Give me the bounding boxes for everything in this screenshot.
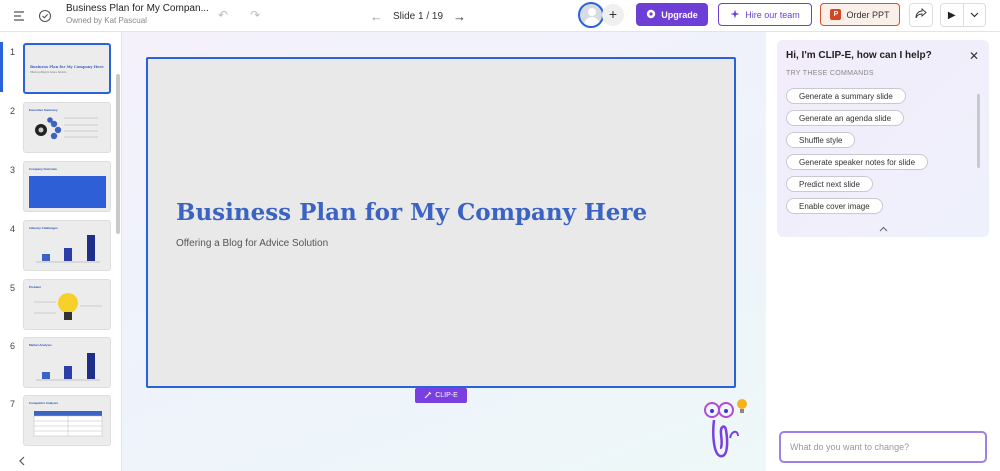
gear-badge-icon	[646, 9, 656, 21]
close-icon[interactable]: ✕	[969, 49, 979, 63]
collapse-sidebar-icon[interactable]	[18, 456, 26, 469]
thumbnail-number: 1	[10, 47, 16, 57]
play-icon[interactable]: ▶	[941, 4, 963, 26]
avatar[interactable]	[578, 2, 604, 28]
history-check-icon[interactable]	[37, 8, 53, 24]
thumbnail-slide-6[interactable]: Market Analysis	[23, 337, 111, 388]
present-controls: ▶	[940, 3, 986, 27]
assistant-scrollbar[interactable]	[977, 94, 980, 168]
redo-icon[interactable]: ↷	[250, 8, 260, 22]
thumbnail-table	[33, 411, 103, 437]
thumbnail-slide-2[interactable]: Executive Summary	[23, 102, 111, 153]
next-slide-icon[interactable]: →	[453, 9, 466, 24]
thumbnail-diagram	[35, 117, 98, 140]
document-title[interactable]: Business Plan for My Compan...	[66, 3, 209, 14]
hire-team-button[interactable]: Hire our team	[718, 3, 812, 26]
thumbnail-subtitle: Offering a Blog for Advice Solution	[30, 71, 67, 74]
upgrade-button[interactable]: Upgrade	[636, 3, 708, 26]
command-chip-shuffle[interactable]: Shuffle style	[786, 132, 856, 148]
chevron-down-icon[interactable]	[962, 4, 986, 26]
slide-thumbnails: 1 Business Plan for My Company Here Offe…	[0, 32, 122, 471]
thumbnail-bar-chart	[36, 353, 100, 381]
lightbulb-icon	[34, 293, 102, 320]
add-user-button[interactable]: +	[602, 4, 624, 26]
command-chip-summary[interactable]: Generate a summary slide	[786, 88, 906, 104]
avatar-head	[588, 8, 596, 16]
powerpoint-icon: P	[830, 9, 842, 20]
thumbnail-number: 5	[10, 283, 16, 293]
chevron-up-icon[interactable]	[879, 224, 888, 234]
hire-label: Hire our team	[745, 9, 800, 20]
assistant-panel: Hi, I'm CLIP-E, how can I help? ✕ TRY TH…	[766, 32, 1000, 471]
top-bar: Business Plan for My Compan... Owned by …	[0, 0, 1000, 32]
slide-subtitle[interactable]: Offering a Blog for Advice Solution	[176, 238, 328, 249]
thumbnail-slide-7[interactable]: Competitor Analysis	[23, 395, 111, 446]
command-chip-predict[interactable]: Predict next slide	[786, 176, 873, 192]
thumbnail-title: Business Plan for My Company Here	[30, 65, 104, 69]
menu-icon[interactable]	[11, 8, 27, 24]
thumbnail-item[interactable]: 4 Industry Challenges	[0, 220, 118, 272]
prev-slide-icon[interactable]: ←	[370, 9, 383, 24]
thumbnail-item[interactable]: 6 Market Analysis	[0, 337, 118, 389]
thumbnail-number: 2	[10, 106, 16, 116]
slide-title[interactable]: Business Plan for My Company Here	[176, 199, 647, 226]
assistant-suggestions: Hi, I'm CLIP-E, how can I help? ✕ TRY TH…	[777, 40, 989, 237]
current-slide[interactable]: Business Plan for My Company Here Offeri…	[146, 57, 736, 388]
avatar-body	[584, 17, 600, 26]
thumbnail-number: 4	[10, 224, 16, 234]
thumbnail-slide-3[interactable]: Company Overview	[23, 161, 111, 212]
clipe-tag-label: CLIP-E	[435, 392, 458, 399]
thumbnail-item[interactable]: 1 Business Plan for My Company Here Offe…	[0, 43, 118, 95]
slide-indicator: Slide 1 / 19	[393, 10, 444, 22]
sparkle-icon	[730, 9, 740, 21]
document-owner: Owned by Kat Pascual	[66, 16, 147, 25]
assistant-greeting: Hi, I'm CLIP-E, how can I help?	[786, 50, 932, 61]
thumbnail-number: 3	[10, 165, 16, 175]
thumbnails-scrollbar[interactable]	[116, 74, 120, 234]
thumbnail-title: Company Overview	[29, 167, 57, 171]
clipe-tag-button[interactable]: CLIP-E	[415, 388, 467, 403]
thumbnail-bar-chart	[36, 235, 100, 263]
thumbnail-number: 6	[10, 341, 16, 351]
share-button[interactable]	[909, 3, 933, 27]
thumbnail-item[interactable]: 7 Competitor Analysis	[0, 395, 118, 447]
thumbnail-item[interactable]: 2 Executive Summary	[0, 102, 118, 154]
order-ppt-button[interactable]: P Order PPT	[820, 3, 900, 26]
thumbnail-slide-4[interactable]: Industry Challenges	[23, 220, 111, 271]
assistant-input[interactable]	[779, 431, 987, 463]
thumbnail-item[interactable]: 3 Company Overview	[0, 161, 118, 213]
thumbnail-blue-panel	[29, 176, 106, 208]
command-chip-cover-image[interactable]: Enable cover image	[786, 198, 883, 214]
clipe-mascot-icon[interactable]	[698, 396, 752, 462]
thumbnail-item[interactable]: 5 Problem	[0, 279, 118, 331]
upgrade-label: Upgrade	[661, 9, 698, 20]
thumbnail-slide-1[interactable]: Business Plan for My Company Here Offeri…	[23, 43, 111, 94]
assistant-hint: TRY THESE COMMANDS	[786, 70, 874, 77]
share-icon	[915, 8, 927, 22]
command-chip-agenda[interactable]: Generate an agenda slide	[786, 110, 905, 126]
undo-icon[interactable]: ↶	[218, 8, 228, 22]
thumbnail-slide-5[interactable]: Problem	[23, 279, 111, 330]
order-label: Order PPT	[846, 9, 890, 20]
slide-navigator: ← Slide 1 / 19 →	[370, 6, 466, 26]
command-chip-speaker-notes[interactable]: Generate speaker notes for slide	[786, 154, 929, 170]
thumbnail-number: 7	[10, 399, 16, 409]
magic-wand-icon	[424, 391, 432, 401]
